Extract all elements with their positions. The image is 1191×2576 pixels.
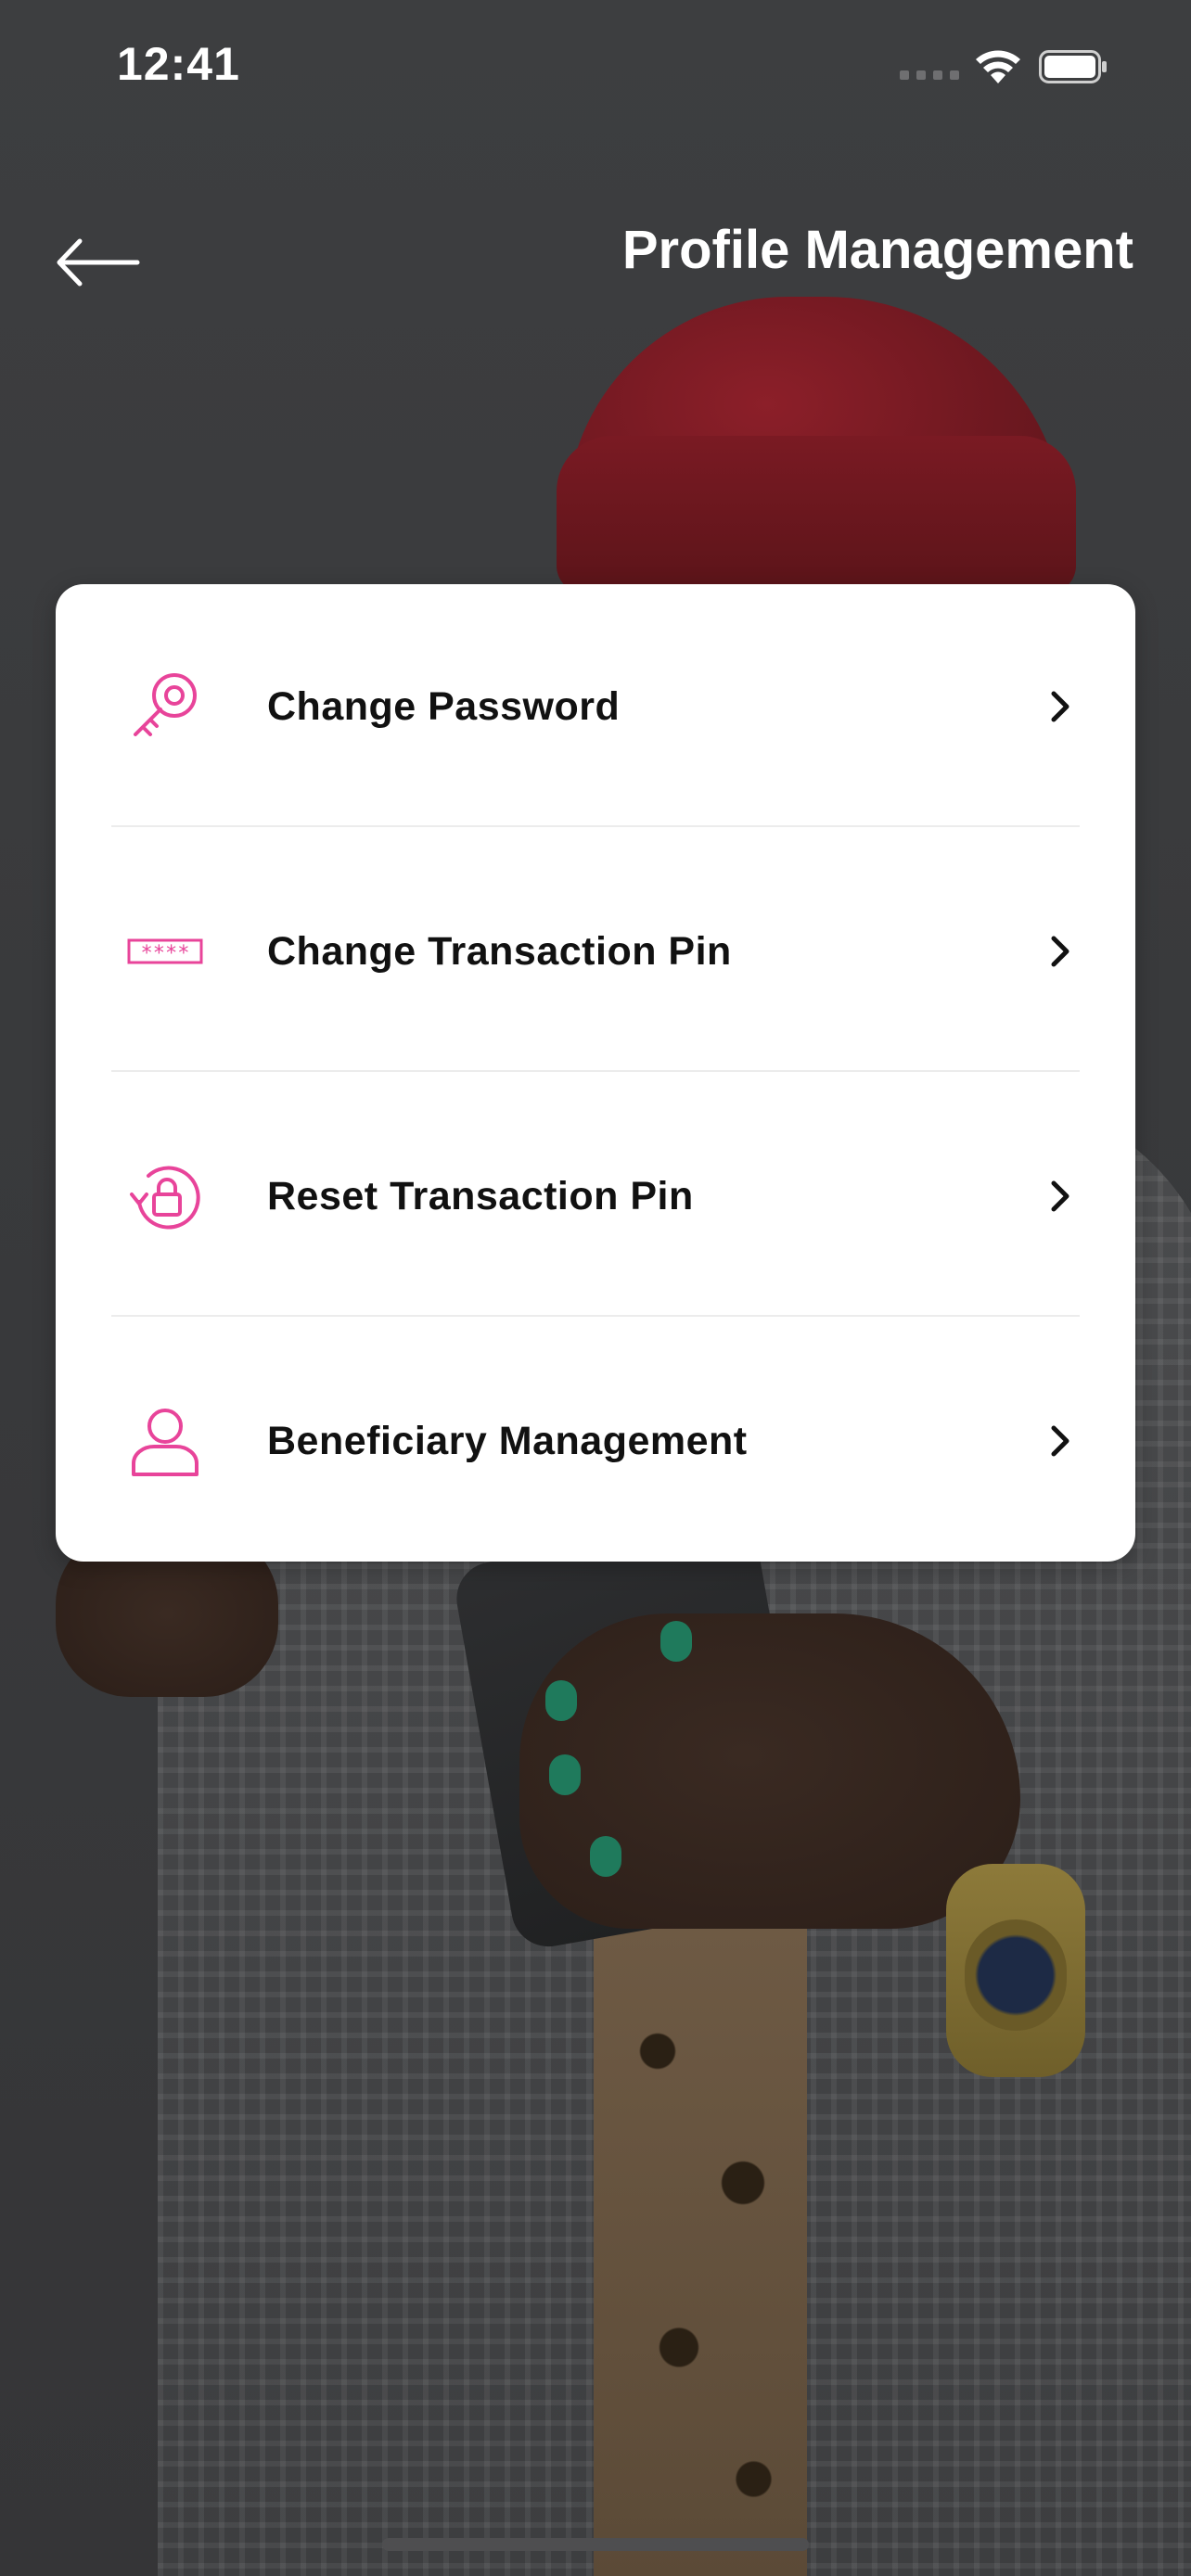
menu-item-change-transaction-pin[interactable]: **** Change Transaction Pin [56, 829, 1135, 1074]
background-watch-face [965, 1919, 1067, 2031]
battery-icon [1039, 50, 1107, 83]
svg-text:****: **** [141, 942, 190, 965]
background-nail [660, 1621, 692, 1662]
profile-menu-card: Change Password **** Change Transaction … [56, 584, 1135, 1562]
menu-item-label: Beneficiary Management [267, 1419, 748, 1463]
menu-item-label: Change Transaction Pin [267, 929, 732, 974]
page-title: Profile Management [621, 220, 1133, 280]
background-leopard-top [594, 1919, 807, 2576]
background-nail [545, 1680, 577, 1721]
cellular-signal-icon [900, 70, 959, 80]
menu-item-label: Change Password [267, 684, 621, 729]
background-nail [590, 1836, 621, 1877]
person-icon [119, 1395, 211, 1487]
background-hand [519, 1613, 1020, 1929]
pin-field-icon: **** [119, 905, 211, 998]
back-button[interactable] [52, 230, 145, 295]
chevron-right-icon [1051, 936, 1069, 967]
reset-lock-icon [119, 1150, 211, 1243]
background-nail [549, 1754, 581, 1795]
status-time: 12:41 [117, 38, 240, 90]
menu-item-label: Reset Transaction Pin [267, 1174, 694, 1218]
chevron-right-icon [1051, 1425, 1069, 1457]
chevron-right-icon [1051, 1180, 1069, 1212]
divider [111, 825, 1080, 827]
menu-item-beneficiary-management[interactable]: Beneficiary Management [56, 1319, 1135, 1563]
arrow-left-icon [57, 238, 140, 287]
status-bar: 12:41 [0, 0, 1191, 130]
home-indicator[interactable] [382, 2538, 809, 2551]
wifi-icon [976, 50, 1020, 83]
background-hat-band [557, 436, 1076, 593]
divider [111, 1070, 1080, 1072]
divider [111, 1315, 1080, 1317]
chevron-right-icon [1051, 691, 1069, 722]
menu-item-change-password[interactable]: Change Password [56, 584, 1135, 829]
menu-item-reset-transaction-pin[interactable]: Reset Transaction Pin [56, 1074, 1135, 1319]
key-icon [119, 660, 211, 753]
